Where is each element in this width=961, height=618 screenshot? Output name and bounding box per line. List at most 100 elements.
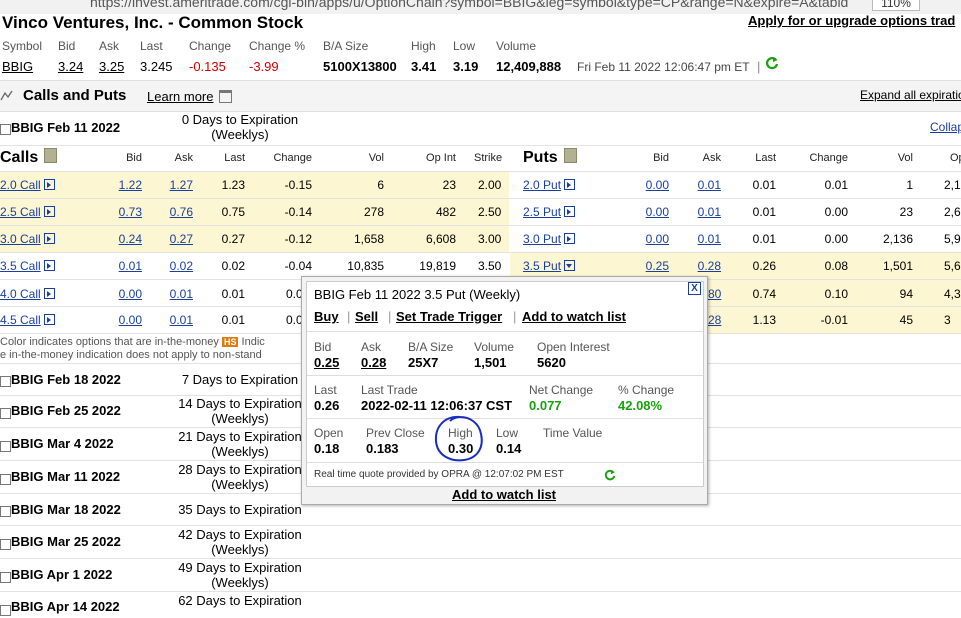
label-last: Last [314, 383, 337, 397]
put-bid[interactable]: 0.00 [629, 205, 669, 219]
add-to-watch-list-bottom-link[interactable]: Add to watch list [452, 487, 556, 502]
call-ask[interactable]: 1.27 [150, 178, 193, 192]
value-ask[interactable]: 0.28 [361, 355, 386, 370]
header-put-vol: Vol [897, 152, 913, 164]
label-prev-close: Prev Close [366, 426, 425, 440]
put-bid[interactable]: 0.25 [629, 259, 669, 273]
expiry-label[interactable]: BBIG Feb 25 2022 [11, 403, 121, 418]
set-trade-trigger-link[interactable]: Set Trade Trigger [396, 309, 502, 324]
expiry-row-open[interactable]: BBIG Feb 11 2022 0 Days to Expiration (We… [0, 111, 961, 146]
expiry-label[interactable]: BBIG Apr 1 2022 [11, 567, 112, 582]
checkbox-icon[interactable] [0, 408, 11, 419]
expiry-label[interactable]: BBIG Mar 4 2022 [11, 436, 114, 451]
put-symbol-link[interactable]: 2.5 Put [523, 205, 576, 219]
play-icon[interactable] [564, 179, 576, 190]
expiry-label[interactable]: BBIG Mar 11 2022 [11, 469, 120, 484]
checkbox-icon[interactable] [0, 474, 11, 485]
close-icon[interactable]: X [688, 282, 701, 295]
put-ask[interactable]: 0.28 [681, 259, 721, 273]
put-ask[interactable]: 80 [708, 287, 721, 301]
checkbox-icon[interactable] [0, 539, 11, 550]
itm-legend-line1: Color indicates options that are in-the-… [0, 336, 265, 348]
learn-more-link[interactable]: Learn more [147, 89, 213, 104]
sell-link[interactable]: Sell [355, 309, 378, 324]
call-ask[interactable]: 0.27 [150, 232, 193, 246]
refresh-icon[interactable] [765, 56, 779, 70]
call-vol: 1,658 [353, 232, 384, 246]
expiry-label[interactable]: BBIG Mar 25 2022 [11, 534, 121, 549]
zoom-level[interactable]: 110% [872, 0, 920, 11]
call-ask[interactable]: 0.02 [150, 259, 193, 273]
url-text[interactable]: https://invest.ameritrade.com/cgi-bin/ap… [90, 0, 848, 10]
call-symbol-link[interactable]: 4.0 Call [0, 287, 55, 301]
call-symbol-link[interactable]: 2.0 Call [0, 178, 55, 192]
call-symbol-link[interactable]: 3.5 Call [0, 259, 55, 273]
checkbox-icon[interactable] [0, 376, 11, 387]
calculator-icon[interactable] [563, 148, 577, 163]
put-ask[interactable]: 0.01 [681, 178, 721, 192]
expiry-label[interactable]: BBIG Feb 18 2022 [11, 372, 121, 387]
quote-symbol-link[interactable]: BBIG [2, 59, 33, 74]
call-ask[interactable]: 0.01 [150, 313, 193, 327]
checkbox-icon[interactable] [0, 506, 11, 517]
call-bid[interactable]: 0.73 [100, 205, 142, 219]
call-bid[interactable]: 0.00 [100, 287, 142, 301]
quote-ask-link[interactable]: 3.25 [99, 59, 124, 74]
call-bid[interactable]: 1.22 [100, 178, 142, 192]
expiry-label[interactable]: BBIG Apr 14 2022 [11, 599, 120, 614]
call-last: 0.01 [221, 287, 245, 301]
refresh-icon[interactable] [604, 468, 616, 481]
value-bid[interactable]: 0.25 [314, 355, 339, 370]
expiry-days: 21 Days to Expiration (Weeklys) [178, 429, 302, 459]
window-icon[interactable] [219, 90, 232, 103]
play-icon[interactable] [43, 233, 55, 244]
put-ask[interactable]: 0.01 [681, 205, 721, 219]
put-ask[interactable]: 28 [708, 313, 721, 327]
quote-high: 3.41 [411, 59, 437, 74]
play-icon[interactable] [564, 206, 576, 217]
buy-link[interactable]: Buy [314, 309, 339, 324]
call-symbol-link[interactable]: 4.5 Call [0, 313, 55, 327]
play-icon[interactable] [43, 206, 55, 217]
popup-divider [307, 375, 703, 376]
play-icon[interactable] [43, 260, 55, 271]
checkbox-icon[interactable] [0, 124, 11, 135]
put-change: 0.00 [824, 232, 848, 246]
add-to-watch-list-link[interactable]: Add to watch list [522, 309, 626, 324]
put-bid[interactable]: 0.00 [629, 232, 669, 246]
put-ask[interactable]: 0.01 [681, 232, 721, 246]
play-icon[interactable] [43, 314, 55, 325]
expiry-label[interactable]: BBIG Mar 18 2022 [11, 502, 121, 517]
call-symbol-link[interactable]: 2.5 Call [0, 205, 55, 219]
calculator-icon[interactable] [44, 148, 58, 163]
expiry-row[interactable]: BBIG Mar 25 2022 42 Days to Expiration (W… [0, 526, 961, 559]
expiry-label[interactable]: BBIG Feb 11 2022 [11, 120, 120, 135]
call-symbol-link[interactable]: 3.0 Call [0, 232, 55, 246]
checkbox-icon[interactable] [0, 572, 11, 583]
browser-address-bar[interactable]: https://invest.ameritrade.com/cgi-bin/ap… [0, 0, 961, 14]
call-bid[interactable]: 0.24 [100, 232, 142, 246]
play-icon[interactable] [43, 288, 55, 299]
put-symbol-link[interactable]: 3.0 Put [523, 232, 576, 246]
play-icon[interactable] [43, 179, 55, 190]
put-bid[interactable]: 0.00 [629, 178, 669, 192]
call-bid[interactable]: 0.00 [100, 313, 142, 327]
call-ask[interactable]: 0.01 [150, 287, 193, 301]
quote-bid-link[interactable]: 3.24 [58, 59, 83, 74]
play-icon[interactable] [564, 233, 576, 244]
put-symbol-link[interactable]: 2.0 Put [523, 178, 576, 192]
label-last-trade: Last Trade [361, 383, 418, 397]
checkbox-icon[interactable] [0, 441, 11, 452]
quote-label-ba-size: B/A Size [323, 39, 369, 53]
popup-divider [307, 418, 703, 419]
apply-options-link[interactable]: Apply for or upgrade options trad [748, 13, 955, 28]
call-ask[interactable]: 0.76 [150, 205, 193, 219]
expand-all-link[interactable]: Expand all expiratio [860, 88, 961, 102]
expiry-row[interactable]: BBIG Apr 1 2022 49 Days to Expiration (We… [0, 559, 961, 592]
calls-header: Calls [0, 148, 58, 167]
call-bid[interactable]: 0.01 [100, 259, 142, 273]
chevron-down-icon[interactable] [564, 260, 576, 271]
collapse-link[interactable]: Collap [930, 120, 961, 134]
put-symbol-link[interactable]: 3.5 Put [523, 259, 576, 273]
expiry-row[interactable]: BBIG Apr 14 2022 62 Days to Expiration [0, 592, 961, 616]
